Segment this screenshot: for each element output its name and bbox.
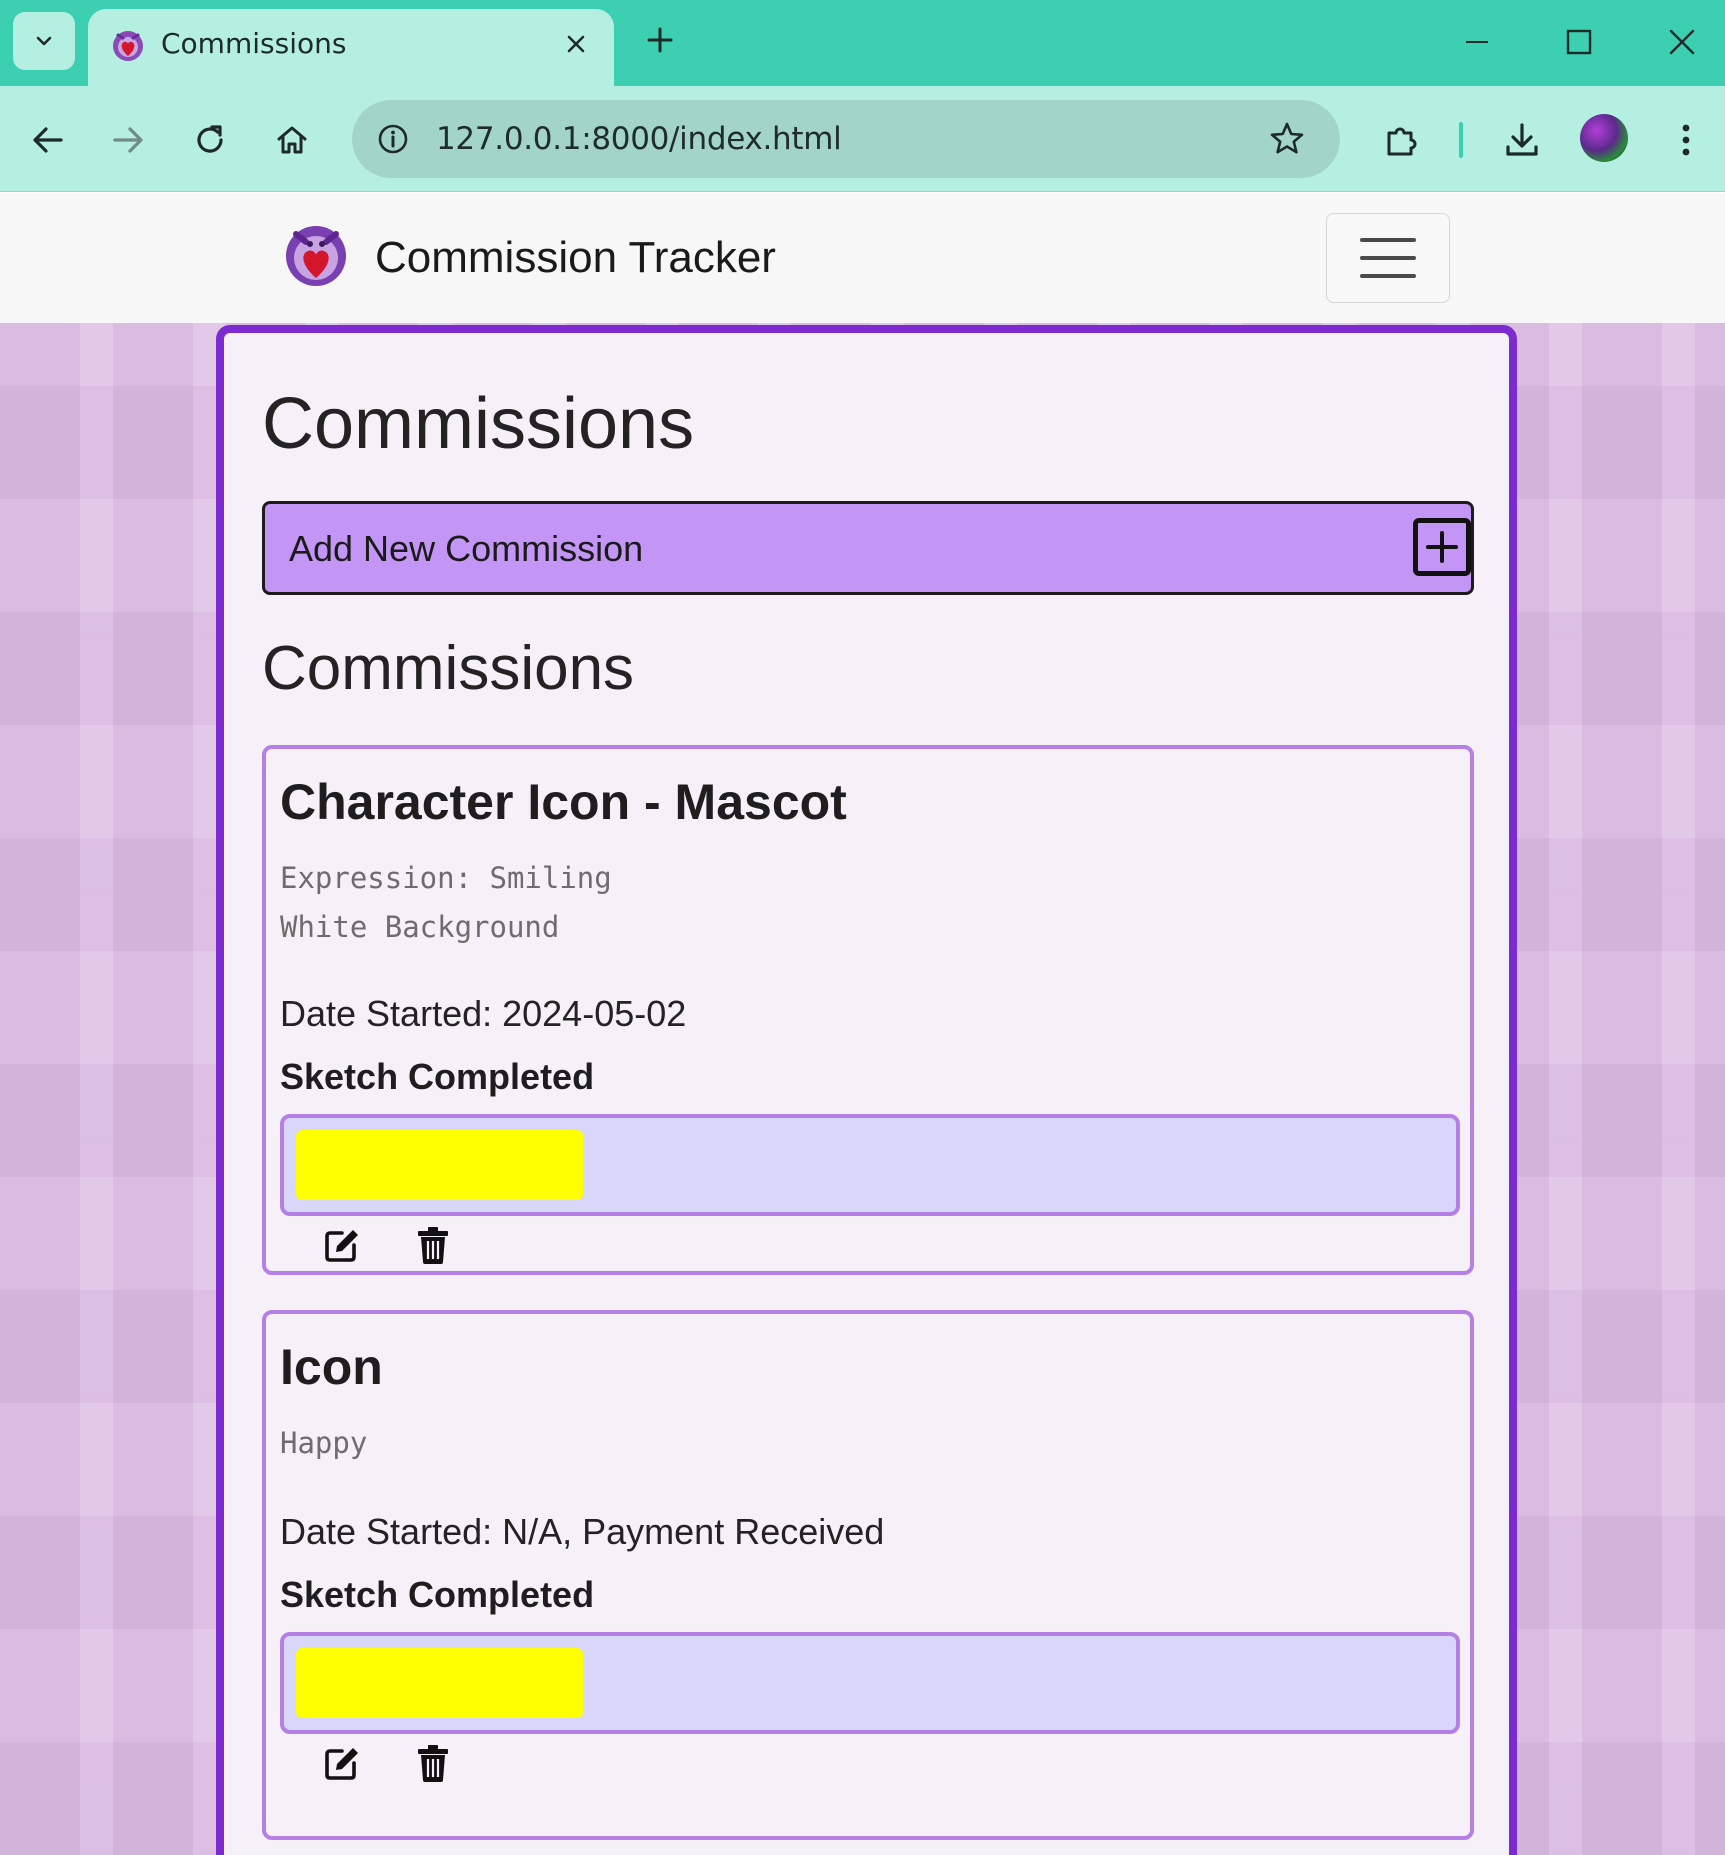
toolbar-divider xyxy=(1459,122,1463,158)
trash-icon xyxy=(418,1227,448,1264)
main-container: Commissions Add New Commission Commissio… xyxy=(216,325,1517,1855)
commission-notes: Happy xyxy=(280,1426,368,1460)
tab-close-button[interactable] xyxy=(556,24,596,64)
progress-bar xyxy=(280,1632,1460,1734)
browser-toolbar: 127.0.0.1:8000/index.html xyxy=(0,86,1725,192)
pencil-square-icon xyxy=(325,1230,358,1262)
close-window-button[interactable] xyxy=(1660,20,1704,64)
browser-menu-button[interactable] xyxy=(1662,116,1710,164)
tab-search-button[interactable] xyxy=(13,12,75,70)
site-info-button[interactable] xyxy=(372,118,414,160)
arrow-left-icon xyxy=(33,127,63,153)
minimize-icon xyxy=(1466,41,1488,43)
hamburger-menu-icon xyxy=(1360,238,1416,278)
progress-fill xyxy=(296,1648,583,1718)
commission-card: Icon Happy Date Started: N/A, Payment Re… xyxy=(262,1310,1474,1840)
puzzle-icon xyxy=(1387,127,1417,156)
bookmark-button[interactable] xyxy=(1266,118,1308,160)
home-button[interactable] xyxy=(268,116,316,164)
plus-square-icon xyxy=(1413,518,1471,576)
arrow-right-icon xyxy=(113,127,143,153)
nav-toggle-button[interactable] xyxy=(1326,213,1450,303)
browser-tabstrip: Commissions xyxy=(0,0,1725,86)
add-new-commission-button[interactable]: Add New Commission xyxy=(262,501,1474,595)
pencil-square-icon xyxy=(325,1748,358,1780)
reload-button[interactable] xyxy=(186,116,234,164)
progress-fill xyxy=(296,1130,583,1200)
star-icon xyxy=(1270,122,1304,154)
url-text[interactable]: 127.0.0.1:8000/index.html xyxy=(436,121,842,157)
commission-status: Sketch Completed xyxy=(280,1574,595,1615)
brand-name[interactable]: Commission Tracker xyxy=(375,233,776,283)
home-icon xyxy=(277,126,307,154)
close-icon xyxy=(1669,29,1695,55)
plus-icon xyxy=(647,27,673,53)
commission-date: Date Started: 2024-05-02 xyxy=(280,993,687,1034)
close-icon xyxy=(567,35,585,53)
back-button[interactable] xyxy=(24,116,72,164)
page-background: Commission Tracker Commissions Add New C… xyxy=(0,193,1725,1855)
add-new-commission-label: Add New Commission xyxy=(289,528,644,569)
progress-bar xyxy=(280,1114,1460,1216)
commission-date: Date Started: N/A, Payment Received xyxy=(280,1511,885,1552)
info-icon xyxy=(378,124,408,154)
commission-title: Character Icon - Mascot xyxy=(280,774,847,830)
brand-logo[interactable] xyxy=(280,218,352,290)
page-title: Commissions xyxy=(262,384,695,464)
commission-title: Icon xyxy=(280,1339,383,1395)
reload-icon xyxy=(197,125,223,153)
commission-status: Sketch Completed xyxy=(280,1056,595,1097)
favicon-icon xyxy=(113,31,143,61)
delete-button[interactable] xyxy=(411,1223,455,1267)
commission-card: Character Icon - Mascot Expression: Smil… xyxy=(262,745,1474,1275)
commission-notes: Expression: Smiling White Background xyxy=(280,861,612,944)
browser-tab[interactable]: Commissions xyxy=(88,9,614,86)
delete-button[interactable] xyxy=(411,1741,455,1785)
site-navbar: Commission Tracker xyxy=(0,193,1725,323)
edit-button[interactable] xyxy=(320,1741,364,1785)
forward-button[interactable] xyxy=(104,116,152,164)
downloads-button[interactable] xyxy=(1498,116,1546,164)
edit-button[interactable] xyxy=(320,1223,364,1267)
minimize-button[interactable] xyxy=(1455,20,1499,64)
download-icon xyxy=(1506,123,1538,156)
address-bar[interactable]: 127.0.0.1:8000/index.html xyxy=(352,100,1340,178)
tab-title: Commissions xyxy=(161,27,347,60)
chevron-down-icon xyxy=(36,36,52,46)
profile-avatar[interactable] xyxy=(1580,114,1628,162)
extensions-button[interactable] xyxy=(1378,116,1426,164)
new-tab-button[interactable] xyxy=(640,20,680,60)
maximize-button[interactable] xyxy=(1557,20,1601,64)
maximize-icon xyxy=(1566,29,1592,55)
commissions-list-heading: Commissions xyxy=(262,634,635,703)
trash-icon xyxy=(418,1745,448,1782)
more-vertical-icon xyxy=(1682,124,1690,156)
